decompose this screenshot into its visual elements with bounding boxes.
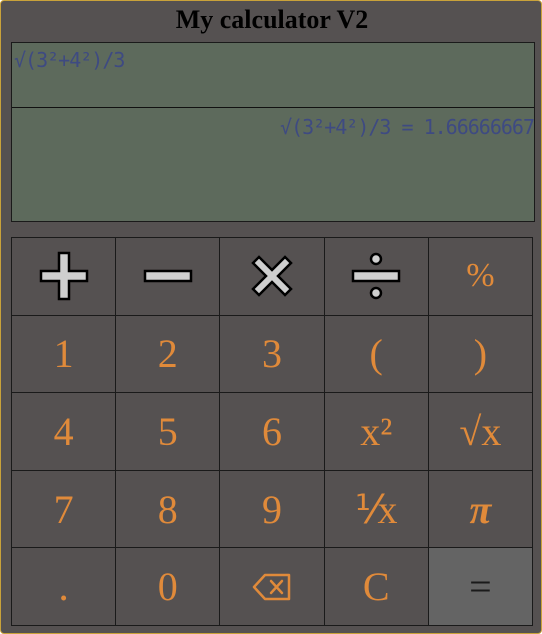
display-panel: √(3²+4²)/3 √(3²+4²)/3 = 1.66666667 [11,42,535,222]
calculator-window: My calculator V2 √(3²+4²)/3 √(3²+4²)/3 =… [0,0,542,634]
pi-label: π [469,486,492,532]
equals-button[interactable]: = [428,548,533,626]
digit-0-button[interactable]: 0 [116,548,221,626]
times-icon [251,255,293,298]
digit-1-button[interactable]: 1 [12,315,117,394]
minus-icon [143,270,193,283]
divide-icon [351,253,401,300]
subtract-button[interactable] [116,238,221,316]
digit-6-button[interactable]: 6 [220,393,325,471]
pi-button[interactable]: π [428,470,533,549]
percent-button[interactable]: % [428,238,533,316]
square-button[interactable]: x² [324,393,429,471]
digit-8-button[interactable]: 8 [116,470,221,549]
backspace-icon [252,573,291,600]
backspace-button[interactable] [220,548,325,626]
open-paren-button[interactable]: ( [324,315,429,394]
clear-button[interactable]: C [324,548,429,626]
reciprocal-button[interactable]: ⅟x [324,470,429,549]
digit-3-button[interactable]: 3 [220,315,325,394]
keypad: % 1 2 3 ( ) 4 5 6 x² √x 7 8 9 ⅟x π . 0 C… [11,237,533,626]
decimal-button[interactable]: . [12,548,117,626]
digit-7-button[interactable]: 7 [12,470,117,549]
app-title: My calculator V2 [175,5,369,34]
result-display: √(3²+4²)/3 = 1.66666667 [280,115,535,139]
add-button[interactable] [12,238,117,316]
digit-2-button[interactable]: 2 [116,315,221,394]
sqrt-button[interactable]: √x [428,393,533,471]
digit-4-button[interactable]: 4 [12,393,117,471]
digit-5-button[interactable]: 5 [116,393,221,471]
digit-9-button[interactable]: 9 [220,470,325,549]
decimal-label: . [58,563,69,610]
multiply-button[interactable] [220,238,325,316]
plus-icon [39,252,88,301]
expression-display: √(3²+4²)/3 [12,43,534,108]
close-paren-button[interactable]: ) [428,315,533,394]
divide-button[interactable] [324,238,429,316]
